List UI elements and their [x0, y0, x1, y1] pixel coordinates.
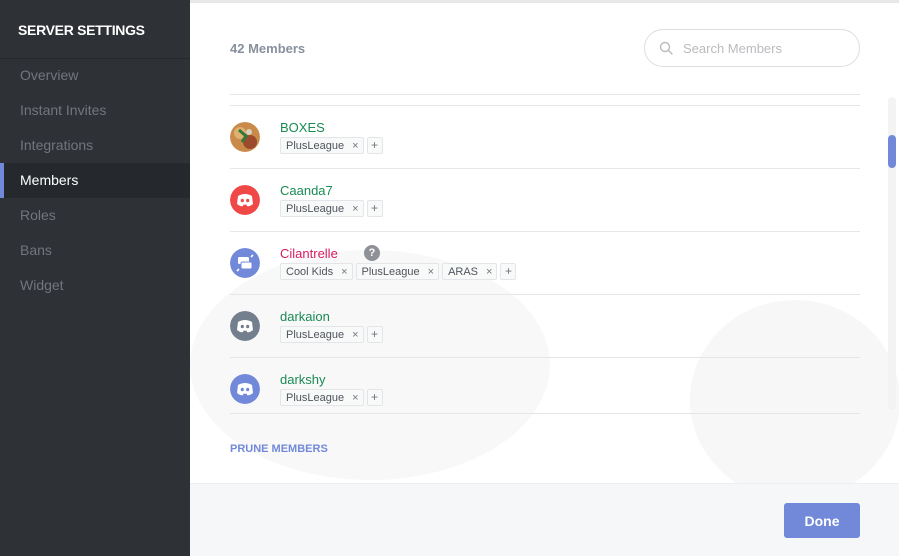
member-row: darkaion PlusLeague × +	[230, 294, 860, 357]
scrollbar-thumb[interactable]	[888, 135, 896, 168]
member-row: Caanda7 PlusLeague × +	[230, 168, 860, 231]
sidebar-nav: Overview Instant Invites Integrations Me…	[0, 58, 190, 303]
remove-role-icon[interactable]: ×	[352, 203, 358, 215]
search-input[interactable]	[683, 39, 848, 57]
boxes-avatar[interactable]	[230, 122, 260, 152]
member-name[interactable]: darkshy	[280, 372, 326, 387]
add-role-button[interactable]: +	[366, 200, 383, 217]
role-tag: ARAS ×	[442, 263, 498, 280]
role-tag: PlusLeague ×	[280, 137, 364, 154]
member-roles: Cool Kids × PlusLeague × ARAS × +	[280, 263, 517, 280]
sidebar-item-bans[interactable]: Bans	[0, 233, 190, 268]
members-panel: 42 Members BOXES PlusLeague × +	[190, 0, 899, 556]
remove-role-icon[interactable]: ×	[428, 266, 434, 278]
member-name[interactable]: BOXES	[280, 120, 325, 135]
role-label: PlusLeague	[361, 265, 420, 278]
footer: Done	[190, 483, 899, 556]
role-label: Cool Kids	[286, 265, 334, 278]
member-roles: PlusLeague × +	[280, 326, 383, 343]
sidebar-item-roles[interactable]: Roles	[0, 198, 190, 233]
remove-role-icon[interactable]: ×	[352, 140, 358, 152]
add-role-button[interactable]: +	[500, 263, 517, 280]
role-tag: PlusLeague ×	[355, 263, 440, 280]
role-label: PlusLeague	[286, 139, 345, 152]
discord-gray-avatar[interactable]	[230, 311, 260, 341]
role-tag: PlusLeague ×	[280, 326, 364, 343]
sidebar-item-members[interactable]: Members	[0, 163, 190, 198]
add-role-button[interactable]: +	[366, 389, 383, 406]
add-role-button[interactable]: +	[366, 137, 383, 154]
discord-red-avatar[interactable]	[230, 185, 260, 215]
discord-swap-avatar[interactable]	[230, 248, 260, 278]
done-button[interactable]: Done	[784, 503, 860, 538]
members-count: 42 Members	[230, 41, 306, 56]
member-name[interactable]: Caanda7	[280, 183, 333, 198]
role-tag: Cool Kids ×	[280, 263, 353, 280]
top-strip	[190, 0, 899, 3]
member-list: BOXES PlusLeague × + Caanda7 PlusLeague …	[230, 105, 860, 414]
list-divider	[230, 94, 860, 95]
role-label: ARAS	[448, 265, 479, 278]
sidebar-item-instant-invites[interactable]: Instant Invites	[0, 93, 190, 128]
sidebar-title: SERVER SETTINGS	[18, 22, 145, 38]
member-roles: PlusLeague × +	[280, 200, 383, 217]
remove-role-icon[interactable]: ×	[486, 266, 492, 278]
role-tag: PlusLeague ×	[280, 389, 364, 406]
help-icon[interactable]: ?	[364, 245, 380, 261]
role-label: PlusLeague	[286, 202, 345, 215]
search-icon	[659, 41, 673, 55]
remove-role-icon[interactable]: ×	[352, 392, 358, 404]
member-roles: PlusLeague × +	[280, 137, 383, 154]
role-label: PlusLeague	[286, 328, 345, 341]
role-label: PlusLeague	[286, 391, 345, 404]
prune-members-link[interactable]: PRUNE MEMBERS	[230, 443, 328, 455]
search-box[interactable]	[644, 29, 860, 67]
remove-role-icon[interactable]: ×	[352, 329, 358, 341]
member-row: darkshy PlusLeague × +	[230, 357, 860, 414]
role-tag: PlusLeague ×	[280, 200, 364, 217]
member-roles: PlusLeague × +	[280, 389, 383, 406]
member-row: Cilantrelle ? Cool Kids × PlusLeague × A…	[230, 231, 860, 294]
member-name[interactable]: Cilantrelle	[280, 246, 338, 261]
remove-role-icon[interactable]: ×	[341, 266, 347, 278]
sidebar-item-integrations[interactable]: Integrations	[0, 128, 190, 163]
member-row: BOXES PlusLeague × +	[230, 105, 860, 168]
add-role-button[interactable]: +	[366, 326, 383, 343]
member-name[interactable]: darkaion	[280, 309, 330, 324]
sidebar-item-overview[interactable]: Overview	[0, 58, 190, 93]
sidebar-item-widget[interactable]: Widget	[0, 268, 190, 303]
discord-blurple-avatar[interactable]	[230, 374, 260, 404]
sidebar: SERVER SETTINGS Overview Instant Invites…	[0, 0, 190, 556]
